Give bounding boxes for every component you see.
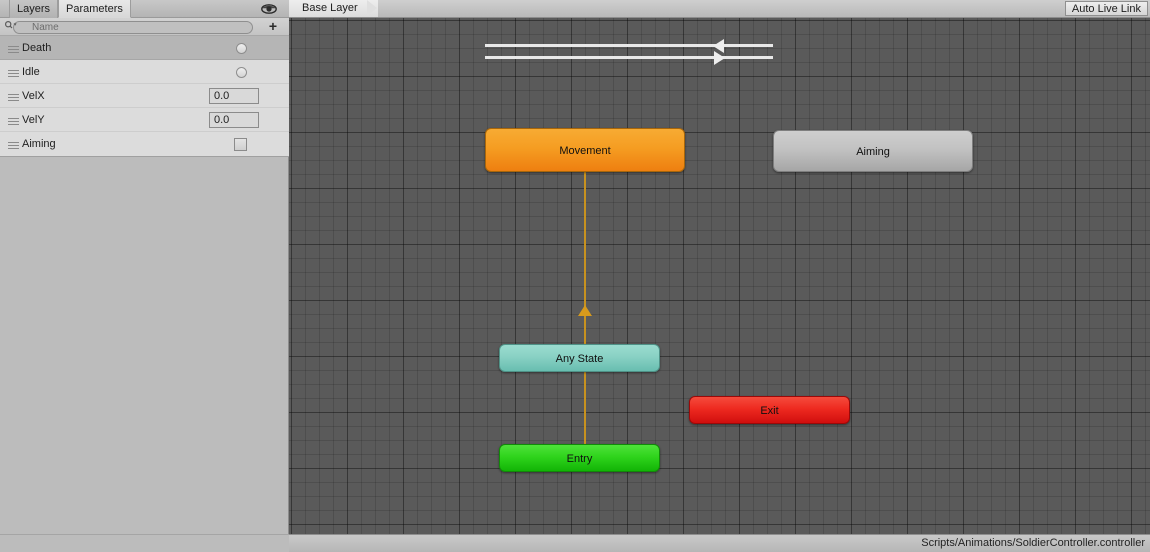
tab-parameters[interactable]: Parameters bbox=[58, 0, 131, 18]
float-field-vely[interactable]: 0.0 bbox=[209, 112, 259, 128]
graph-toolbar: Base Layer Auto Live Link bbox=[289, 0, 1150, 18]
animator-parameters-panel: Layers Parameters Name + Death Idle VelX… bbox=[0, 0, 289, 552]
drag-handle-icon[interactable] bbox=[8, 46, 19, 53]
state-node-exit[interactable]: Exit bbox=[689, 396, 850, 424]
parameter-row-velx[interactable]: VelX 0.0 bbox=[0, 84, 289, 108]
status-bar: Scripts/Animations/SoldierController.con… bbox=[289, 534, 1150, 552]
state-machine-canvas[interactable]: Movement Aiming Any State Exit Entry bbox=[289, 18, 1150, 534]
float-field-velx[interactable]: 0.0 bbox=[209, 88, 259, 104]
trigger-toggle-death[interactable] bbox=[236, 43, 247, 54]
parameter-label: Death bbox=[22, 42, 52, 54]
parameter-search-row: Name + bbox=[0, 18, 289, 36]
add-parameter-button[interactable]: + bbox=[266, 19, 280, 34]
parameter-row-vely[interactable]: VelY 0.0 bbox=[0, 108, 289, 132]
state-node-movement[interactable]: Movement bbox=[485, 128, 685, 172]
state-node-label: Aiming bbox=[856, 146, 890, 158]
transition-movement-to-aiming-arrow bbox=[714, 50, 725, 65]
animator-graph-area: Movement Aiming Any State Exit Entry Bas… bbox=[289, 0, 1150, 552]
transition-entry-to-movement-arrow bbox=[578, 305, 592, 316]
state-node-label: Entry bbox=[566, 453, 593, 465]
panel-bottom-filler bbox=[0, 534, 289, 552]
search-input[interactable]: Name bbox=[13, 20, 253, 34]
parameter-label: Aiming bbox=[22, 138, 56, 150]
bool-checkbox-aiming[interactable] bbox=[234, 138, 247, 151]
drag-handle-icon[interactable] bbox=[8, 142, 19, 149]
state-node-entry[interactable]: Entry bbox=[499, 444, 660, 472]
search-icon[interactable] bbox=[4, 20, 18, 30]
panel-tabbar: Layers Parameters bbox=[0, 0, 289, 18]
parameter-label: Idle bbox=[22, 66, 40, 78]
parameter-row-idle[interactable]: Idle bbox=[0, 60, 289, 84]
trigger-toggle-idle[interactable] bbox=[236, 67, 247, 78]
breadcrumb-chevron-icon bbox=[367, 0, 377, 16]
transition-aiming-to-movement-line[interactable] bbox=[485, 44, 773, 47]
auto-live-link-button[interactable]: Auto Live Link bbox=[1064, 1, 1148, 16]
parameter-label: VelX bbox=[22, 90, 45, 102]
drag-handle-icon[interactable] bbox=[8, 70, 19, 77]
parameter-row-aiming[interactable]: Aiming bbox=[0, 132, 289, 156]
state-node-label: Movement bbox=[559, 145, 611, 157]
parameter-row-death[interactable]: Death bbox=[0, 36, 289, 60]
unity-animator-window: Layers Parameters Name + Death Idle VelX… bbox=[0, 0, 1150, 552]
tab-layers[interactable]: Layers bbox=[9, 0, 59, 18]
status-asset-path: Scripts/Animations/SoldierController.con… bbox=[921, 537, 1145, 549]
state-node-label: Exit bbox=[760, 405, 779, 417]
state-node-aiming[interactable]: Aiming bbox=[773, 130, 973, 172]
drag-handle-icon[interactable] bbox=[8, 94, 19, 101]
parameter-label: VelY bbox=[22, 114, 45, 126]
state-node-label: Any State bbox=[555, 353, 604, 365]
breadcrumb-base-layer[interactable]: Base Layer bbox=[289, 0, 378, 17]
drag-handle-icon[interactable] bbox=[8, 118, 19, 125]
transition-movement-to-aiming-line[interactable] bbox=[485, 56, 773, 59]
parameter-list: Death Idle VelX 0.0 VelY 0.0 Aiming bbox=[0, 36, 289, 157]
eye-icon[interactable] bbox=[260, 1, 278, 17]
state-node-any-state[interactable]: Any State bbox=[499, 344, 660, 372]
